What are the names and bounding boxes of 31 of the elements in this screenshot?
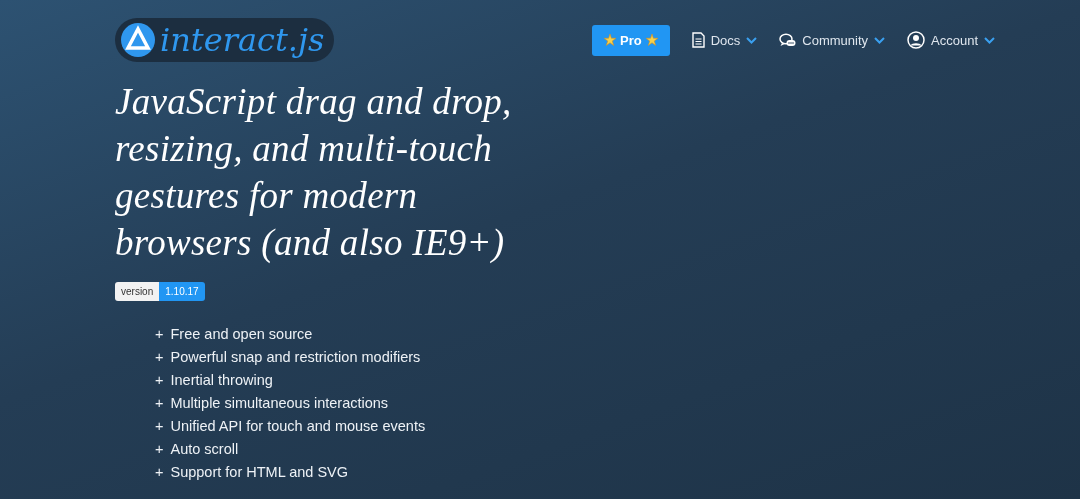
feature-text: Unified API for touch and mouse events: [170, 417, 426, 436]
nav-menu-link[interactable]: Community: [779, 32, 885, 48]
headline: JavaScript drag and drop, resizing, and multi-touch gestures for modern browsers (and also IE9+): [115, 80, 513, 265]
plus-marker: +: [155, 417, 164, 436]
plus-marker: +: [155, 348, 164, 367]
feature-text: Powerful snap and restriction modifiers: [170, 348, 421, 367]
user-icon: [907, 31, 925, 49]
caret-icon: [984, 36, 995, 44]
plus-marker: +: [155, 394, 164, 413]
logo[interactable]: interact.js: [115, 18, 335, 62]
nav-menu-link[interactable]: Account: [907, 31, 995, 49]
star-icon: [645, 34, 658, 46]
version-label: version: [115, 282, 160, 301]
plus-marker: +: [155, 325, 164, 344]
feature-text: Auto scroll: [170, 440, 239, 459]
plus-marker: +: [155, 463, 164, 482]
feature-text: Free and open source: [170, 325, 313, 344]
nav-menu-link[interactable]: Docs: [691, 32, 758, 48]
feature-text: Multiple simultaneous interactions: [170, 394, 389, 413]
caret-icon: [874, 36, 885, 44]
document-icon: [691, 32, 705, 48]
star-icon: [603, 34, 616, 46]
plus-marker: +: [155, 440, 164, 459]
chat-icon: [779, 32, 797, 48]
feature-text: Support for HTML and SVG: [170, 463, 349, 482]
feature-text: Inertial throwing: [170, 371, 273, 390]
triangle-logo-icon: [120, 22, 156, 58]
version-number: 1.10.17: [159, 282, 205, 301]
plus-marker: +: [155, 371, 164, 390]
logo-text: interact.js: [160, 21, 325, 59]
caret-icon: [746, 36, 758, 44]
